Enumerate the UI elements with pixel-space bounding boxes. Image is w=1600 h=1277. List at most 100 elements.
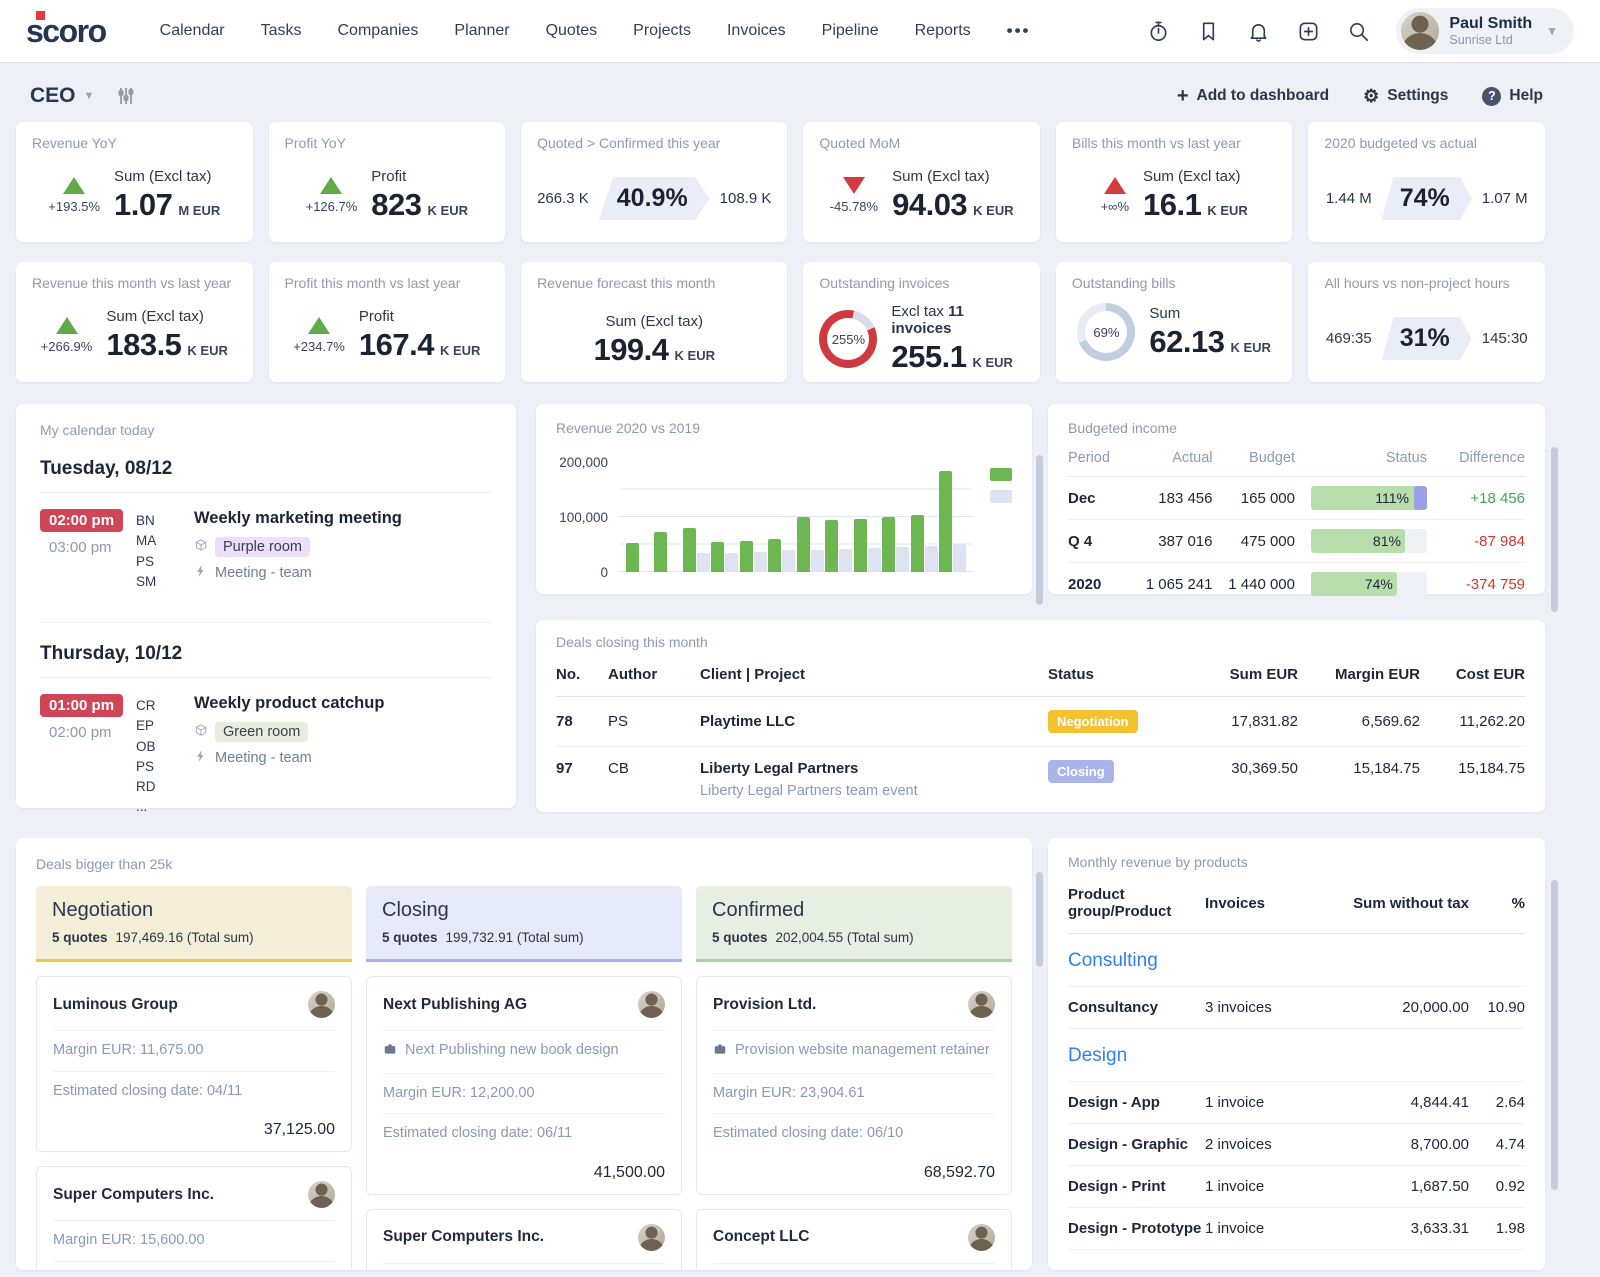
scrollbar-thumb[interactable] — [1551, 447, 1558, 612]
event-type-icon — [194, 564, 208, 582]
panel-title: Deals closing this month — [556, 634, 1525, 650]
event-room: Purple room — [215, 537, 310, 557]
kpi-revenue-month[interactable]: Revenue this month vs last year +266.9% … — [16, 262, 253, 382]
bookmark-icon[interactable] — [1197, 20, 1220, 43]
bar-pair — [797, 517, 824, 572]
deals-kanban-panel: Deals bigger than 25k Negotiation 5 quot… — [16, 838, 1032, 1270]
status-bar: 74% — [1311, 572, 1427, 596]
table-row[interactable]: Design - Graphic 2 invoices 8,700.00 4.7… — [1068, 1124, 1525, 1166]
event-start-time: 02:00 pm — [40, 509, 123, 532]
nav-quotes[interactable]: Quotes — [546, 22, 598, 40]
panel-title: Deals bigger than 25k — [36, 856, 1012, 872]
trend-up-icon — [308, 317, 330, 334]
deal-card[interactable]: Provision Ltd. Provision website managem… — [696, 976, 1012, 1195]
room-cube-icon — [194, 723, 208, 741]
bar-pair — [711, 542, 738, 572]
nav-invoices[interactable]: Invoices — [727, 22, 786, 40]
revenue-chart-bars — [620, 462, 972, 572]
table-row[interactable]: Dec 183 456 165 000 111% +18 456 — [1068, 477, 1525, 520]
scrollbar-thumb[interactable] — [1036, 872, 1043, 967]
nav-reports[interactable]: Reports — [915, 22, 971, 40]
scrollbar-thumb[interactable] — [1036, 455, 1043, 605]
dashboard-selector[interactable]: CEO ▼ — [30, 84, 94, 108]
kanban-column-header: Closing 5 quotes199,732.91 (Total sum) — [366, 886, 682, 962]
briefcase-icon — [713, 1041, 727, 1063]
nav-pipeline[interactable]: Pipeline — [822, 22, 879, 40]
user-company: Sunrise Ltd — [1449, 33, 1532, 47]
bar-pair — [683, 528, 710, 572]
topbar-icons — [1147, 20, 1370, 43]
settings-button[interactable]: ⚙ Settings — [1363, 86, 1448, 107]
briefcase-icon — [383, 1041, 397, 1063]
deal-card[interactable]: Next Publishing AG Next Publishing new b… — [366, 976, 682, 1195]
calendar-panel: My calendar today Tuesday, 08/12 02:00 p… — [16, 404, 516, 808]
deal-card[interactable]: Super Computers Inc. Margin EUR: 15,600.… — [36, 1166, 352, 1270]
bar-pair — [654, 532, 681, 572]
main-nav: Calendar Tasks Companies Planner Quotes … — [160, 21, 1031, 41]
filter-sliders-icon[interactable] — [116, 86, 136, 106]
deal-card[interactable]: Super Computers Inc. Margin EUR: 19,900.… — [366, 1209, 682, 1270]
nav-companies[interactable]: Companies — [337, 22, 418, 40]
scrollbar-thumb[interactable] — [1551, 880, 1558, 1190]
calendar-event[interactable]: 01:00 pm 02:00 pm CR EP OB PS RD ... Wee… — [40, 678, 492, 836]
kpi-budgeted-vs-actual[interactable]: 2020 budgeted vs actual 1.44 M 74% 1.07 … — [1308, 122, 1545, 242]
nav-calendar[interactable]: Calendar — [160, 22, 225, 40]
table-row[interactable]: Design - Prototype 1 invoice 3,633.31 1.… — [1068, 1208, 1525, 1250]
bar-pair — [626, 543, 653, 572]
bell-icon[interactable] — [1247, 20, 1270, 43]
help-button[interactable]: ? Help — [1482, 87, 1543, 106]
budgeted-income-panel: Budgeted income Period Actual Budget Sta… — [1048, 404, 1545, 594]
overflow-indicator — [1414, 486, 1427, 510]
nav-tasks[interactable]: Tasks — [261, 22, 302, 40]
event-type-icon — [194, 749, 208, 767]
nav-projects[interactable]: Projects — [633, 22, 691, 40]
table-row[interactable]: Design - App 1 invoice 4,844.41 2.64 — [1068, 1082, 1525, 1124]
trend-up-icon — [63, 177, 85, 194]
kpi-quoted-mom[interactable]: Quoted MoM -45.78% Sum (Excl tax) 94.03K… — [803, 122, 1040, 242]
owner-avatar — [968, 991, 995, 1018]
kpi-bills-month[interactable]: Bills this month vs last year +∞% Sum (E… — [1056, 122, 1293, 242]
kpi-quoted-confirmed[interactable]: Quoted > Confirmed this year 266.3 K 40.… — [521, 122, 787, 242]
chart-y-axis: 200,000 100,000 0 — [556, 454, 620, 580]
kpi-outstanding-invoices[interactable]: Outstanding invoices 255% Excl tax 11 in… — [803, 262, 1040, 382]
kpi-hours[interactable]: All hours vs non-project hours 469:35 31… — [1308, 262, 1545, 382]
panel-title: Budgeted income — [1068, 420, 1525, 436]
kpi-outstanding-bills[interactable]: Outstanding bills 69% Sum 62.13K EUR — [1056, 262, 1293, 382]
deal-sum: 41,500.00 — [383, 1154, 665, 1182]
kpi-revenue-forecast[interactable]: Revenue forecast this month Sum (Excl ta… — [521, 262, 787, 382]
product-group-link[interactable]: Design — [1068, 1029, 1525, 1082]
deal-card[interactable]: Concept LLC Margin EUR: 9,779.25 — [696, 1209, 1012, 1270]
search-icon[interactable] — [1347, 20, 1370, 43]
event-title: Weekly marketing meeting — [194, 509, 492, 528]
kpi-profit-yoy[interactable]: Profit YoY +126.7% Profit 823K EUR — [269, 122, 506, 242]
stopwatch-icon[interactable] — [1147, 20, 1170, 43]
kanban-column-header: Confirmed 5 quotes202,004.55 (Total sum) — [696, 886, 1012, 962]
scoro-logo[interactable]: scoro — [26, 13, 106, 50]
user-menu[interactable]: Paul Smith Sunrise Ltd ▼ — [1396, 8, 1574, 54]
plus-square-icon[interactable] — [1297, 20, 1320, 43]
bar-pair — [825, 520, 852, 572]
ratio-arrow-badge: 74% — [1382, 177, 1472, 220]
bar-pair — [882, 517, 909, 572]
table-row[interactable]: 2020 1 065 241 1 440 000 74% -374 759 — [1068, 563, 1525, 605]
table-row[interactable]: Design - Print 1 invoice 1,687.50 0.92 — [1068, 1166, 1525, 1208]
dashboard-name: CEO — [30, 84, 76, 108]
kpi-profit-month[interactable]: Profit this month vs last year +234.7% P… — [269, 262, 506, 382]
table-row[interactable]: Q 4 387 016 475 000 81% -87 984 — [1068, 520, 1525, 563]
product-group-link[interactable]: Consulting — [1068, 934, 1525, 987]
table-row[interactable]: 97 CB Liberty Legal Partners Liberty Leg… — [556, 747, 1525, 812]
nav-planner[interactable]: Planner — [454, 22, 509, 40]
trend-up-icon — [1104, 177, 1126, 194]
kpi-revenue-yoy[interactable]: Revenue YoY +193.5% Sum (Excl tax) 1.07M… — [16, 122, 253, 242]
panel-title: My calendar today — [40, 422, 492, 438]
deal-card[interactable]: Luminous Group Margin EUR: 11,675.00 Est… — [36, 976, 352, 1152]
nav-more-menu[interactable]: ••• — [1007, 21, 1031, 41]
kanban-column-confirmed: Confirmed 5 quotes202,004.55 (Total sum)… — [696, 886, 1012, 1270]
table-row[interactable]: Consultancy 3 invoices 20,000.00 10.90 — [1068, 987, 1525, 1029]
trend-up-icon — [320, 177, 342, 194]
calendar-event[interactable]: 02:00 pm 03:00 pm BN MA PS SM Weekly mar… — [40, 493, 492, 610]
ratio-arrow-badge: 40.9% — [599, 177, 710, 220]
add-to-dashboard-button[interactable]: + Add to dashboard — [1177, 85, 1329, 108]
deal-sum: 68,592.70 — [713, 1154, 995, 1182]
table-row[interactable]: 78 PS Playtime LLC Negotiation 17,831.82… — [556, 697, 1525, 747]
